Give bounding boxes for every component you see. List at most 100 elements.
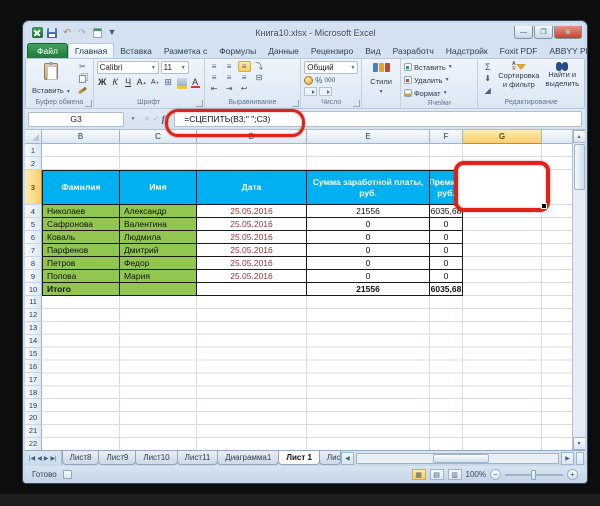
header-cell-salary[interactable]: Сумма заработной платы, руб. — [307, 170, 430, 205]
align-top-icon[interactable]: ≡ — [208, 61, 221, 72]
fill-color-icon[interactable] — [176, 76, 188, 88]
empty-cell[interactable] — [197, 283, 307, 296]
row-header[interactable]: 21 — [25, 425, 42, 438]
name-box[interactable]: G3 — [28, 112, 124, 127]
font-size-select[interactable]: 11▼ — [161, 61, 189, 74]
cell-bonus[interactable]: 0 — [430, 244, 463, 257]
page-layout-view-icon[interactable]: ▤ — [430, 469, 444, 480]
row-header[interactable]: 5 — [25, 218, 42, 231]
prev-sheet-icon[interactable]: ◀ — [37, 455, 42, 462]
number-dialog-launcher-icon[interactable] — [353, 100, 360, 107]
zoom-slider[interactable] — [505, 474, 563, 476]
first-sheet-icon[interactable]: |◀ — [29, 455, 35, 462]
format-cells-button[interactable]: Формат▼ — [404, 87, 474, 99]
fill-icon[interactable]: ⬇ — [481, 73, 494, 84]
empty-cell[interactable] — [42, 144, 120, 157]
grow-font-button[interactable]: А — [136, 76, 148, 88]
borders-icon[interactable]: ⊞ — [163, 76, 174, 88]
row-header[interactable]: 12 — [25, 309, 42, 322]
bold-button[interactable]: Ж — [97, 76, 108, 88]
undo-icon[interactable]: ↶ — [61, 27, 73, 38]
row-header[interactable]: 17 — [25, 373, 42, 386]
sheet-tab[interactable]: Лист11 — [177, 451, 219, 465]
paste-button[interactable]: Вставить ▼ — [29, 61, 74, 97]
last-sheet-icon[interactable]: ▶| — [50, 455, 56, 462]
cell-firstname[interactable]: Федор — [120, 257, 197, 270]
styles-button[interactable]: Стили▼ — [367, 61, 395, 97]
copy-icon[interactable] — [76, 73, 89, 84]
total-bonus-cell[interactable]: 6035,68 — [430, 283, 463, 296]
row-header-3-selected[interactable]: 3 — [25, 170, 42, 205]
row-header[interactable]: 6 — [25, 231, 42, 244]
column-header-b[interactable]: B — [42, 130, 120, 144]
tab-view[interactable]: Вид — [359, 44, 386, 58]
new-sheet-icon[interactable] — [91, 27, 103, 38]
row-header[interactable]: 4 — [25, 205, 42, 218]
cell-surname[interactable]: Николаев — [42, 205, 120, 218]
cell-firstname[interactable]: Валентина — [120, 218, 197, 231]
align-right-icon[interactable]: ≡ — [238, 72, 251, 83]
row-header[interactable]: 15 — [25, 348, 42, 361]
horizontal-scrollbar[interactable] — [356, 453, 559, 464]
close-button[interactable]: ✕ — [554, 26, 582, 39]
currency-format-icon[interactable] — [304, 76, 313, 85]
font-dialog-launcher-icon[interactable] — [196, 100, 203, 107]
header-cell-date[interactable]: Дата — [197, 170, 307, 205]
scrollbar-resize-handle[interactable] — [576, 452, 584, 465]
row-header[interactable]: 8 — [25, 257, 42, 270]
thousands-format-icon[interactable]: 000 — [324, 77, 335, 84]
empty-cell[interactable] — [542, 244, 574, 257]
sort-filter-button[interactable]: АЯ Сортировка и фильтр — [496, 61, 541, 97]
total-label-cell[interactable]: Итого — [42, 283, 120, 296]
font-color-button[interactable]: А — [190, 76, 201, 88]
cell-date[interactable]: 25.05.2016 — [197, 231, 307, 244]
customize-toolbar-dropdown-icon[interactable]: ▼ — [106, 27, 118, 38]
empty-cell[interactable] — [430, 144, 463, 157]
alignment-dialog-launcher-icon[interactable] — [292, 100, 299, 107]
sheet-tab-active[interactable]: Лист 1 — [278, 451, 320, 465]
sheet-tab[interactable]: Диаграмма1 — [217, 451, 279, 465]
cell-date[interactable]: 25.05.2016 — [197, 218, 307, 231]
vertical-scrollbar[interactable]: ▲ ▼ — [572, 130, 585, 450]
empty-cell[interactable] — [197, 157, 307, 170]
header-cell-surname[interactable]: Фамилия — [42, 170, 120, 205]
redo-icon[interactable]: ↷ — [76, 27, 88, 38]
row-header[interactable]: 7 — [25, 244, 42, 257]
empty-cell[interactable] — [463, 231, 542, 244]
macro-record-icon[interactable] — [63, 470, 72, 479]
row-header[interactable]: 10 — [25, 283, 42, 296]
next-sheet-icon[interactable]: ▶ — [44, 455, 49, 462]
autosum-icon[interactable]: Σ — [481, 61, 494, 72]
empty-cell[interactable] — [463, 218, 542, 231]
empty-cell[interactable] — [542, 257, 574, 270]
cell-firstname[interactable]: Людмила — [120, 231, 197, 244]
zoom-slider-thumb[interactable] — [531, 470, 536, 480]
cell-date[interactable]: 25.05.2016 — [197, 244, 307, 257]
empty-cell[interactable] — [307, 157, 430, 170]
empty-cell[interactable] — [542, 144, 574, 157]
tab-insert[interactable]: Вставка — [114, 44, 158, 58]
cut-icon[interactable]: ✂ — [76, 61, 89, 72]
cell-bonus[interactable]: 0 — [430, 231, 463, 244]
empty-cell[interactable] — [542, 218, 574, 231]
column-header-e[interactable]: E — [307, 130, 430, 144]
tab-addins[interactable]: Надстройк — [440, 44, 494, 58]
save-icon[interactable] — [46, 27, 58, 38]
sheet-tab[interactable]: Лист8 — [62, 451, 100, 465]
tab-developer[interactable]: Разработч — [387, 44, 440, 58]
vertical-scroll-thumb[interactable] — [574, 144, 585, 190]
cell-surname[interactable]: Коваль — [42, 231, 120, 244]
total-salary-cell[interactable]: 21556 — [307, 283, 430, 296]
align-bottom-icon[interactable]: ≡ — [238, 61, 251, 72]
increase-indent-icon[interactable]: ⇥ — [223, 83, 236, 94]
number-format-select[interactable]: Общий▼ — [304, 61, 358, 74]
restore-button[interactable]: ❐ — [534, 26, 553, 39]
empty-cell[interactable] — [120, 283, 197, 296]
empty-cell[interactable] — [197, 144, 307, 157]
cell-date[interactable]: 25.05.2016 — [197, 257, 307, 270]
tab-page-layout[interactable]: Разметка с — [158, 44, 213, 58]
row-header[interactable]: 1 — [25, 144, 42, 157]
clear-icon[interactable]: ◢ — [481, 85, 494, 96]
normal-view-icon[interactable]: ▦ — [412, 469, 426, 480]
tab-formulas[interactable]: Формулы — [213, 44, 262, 58]
